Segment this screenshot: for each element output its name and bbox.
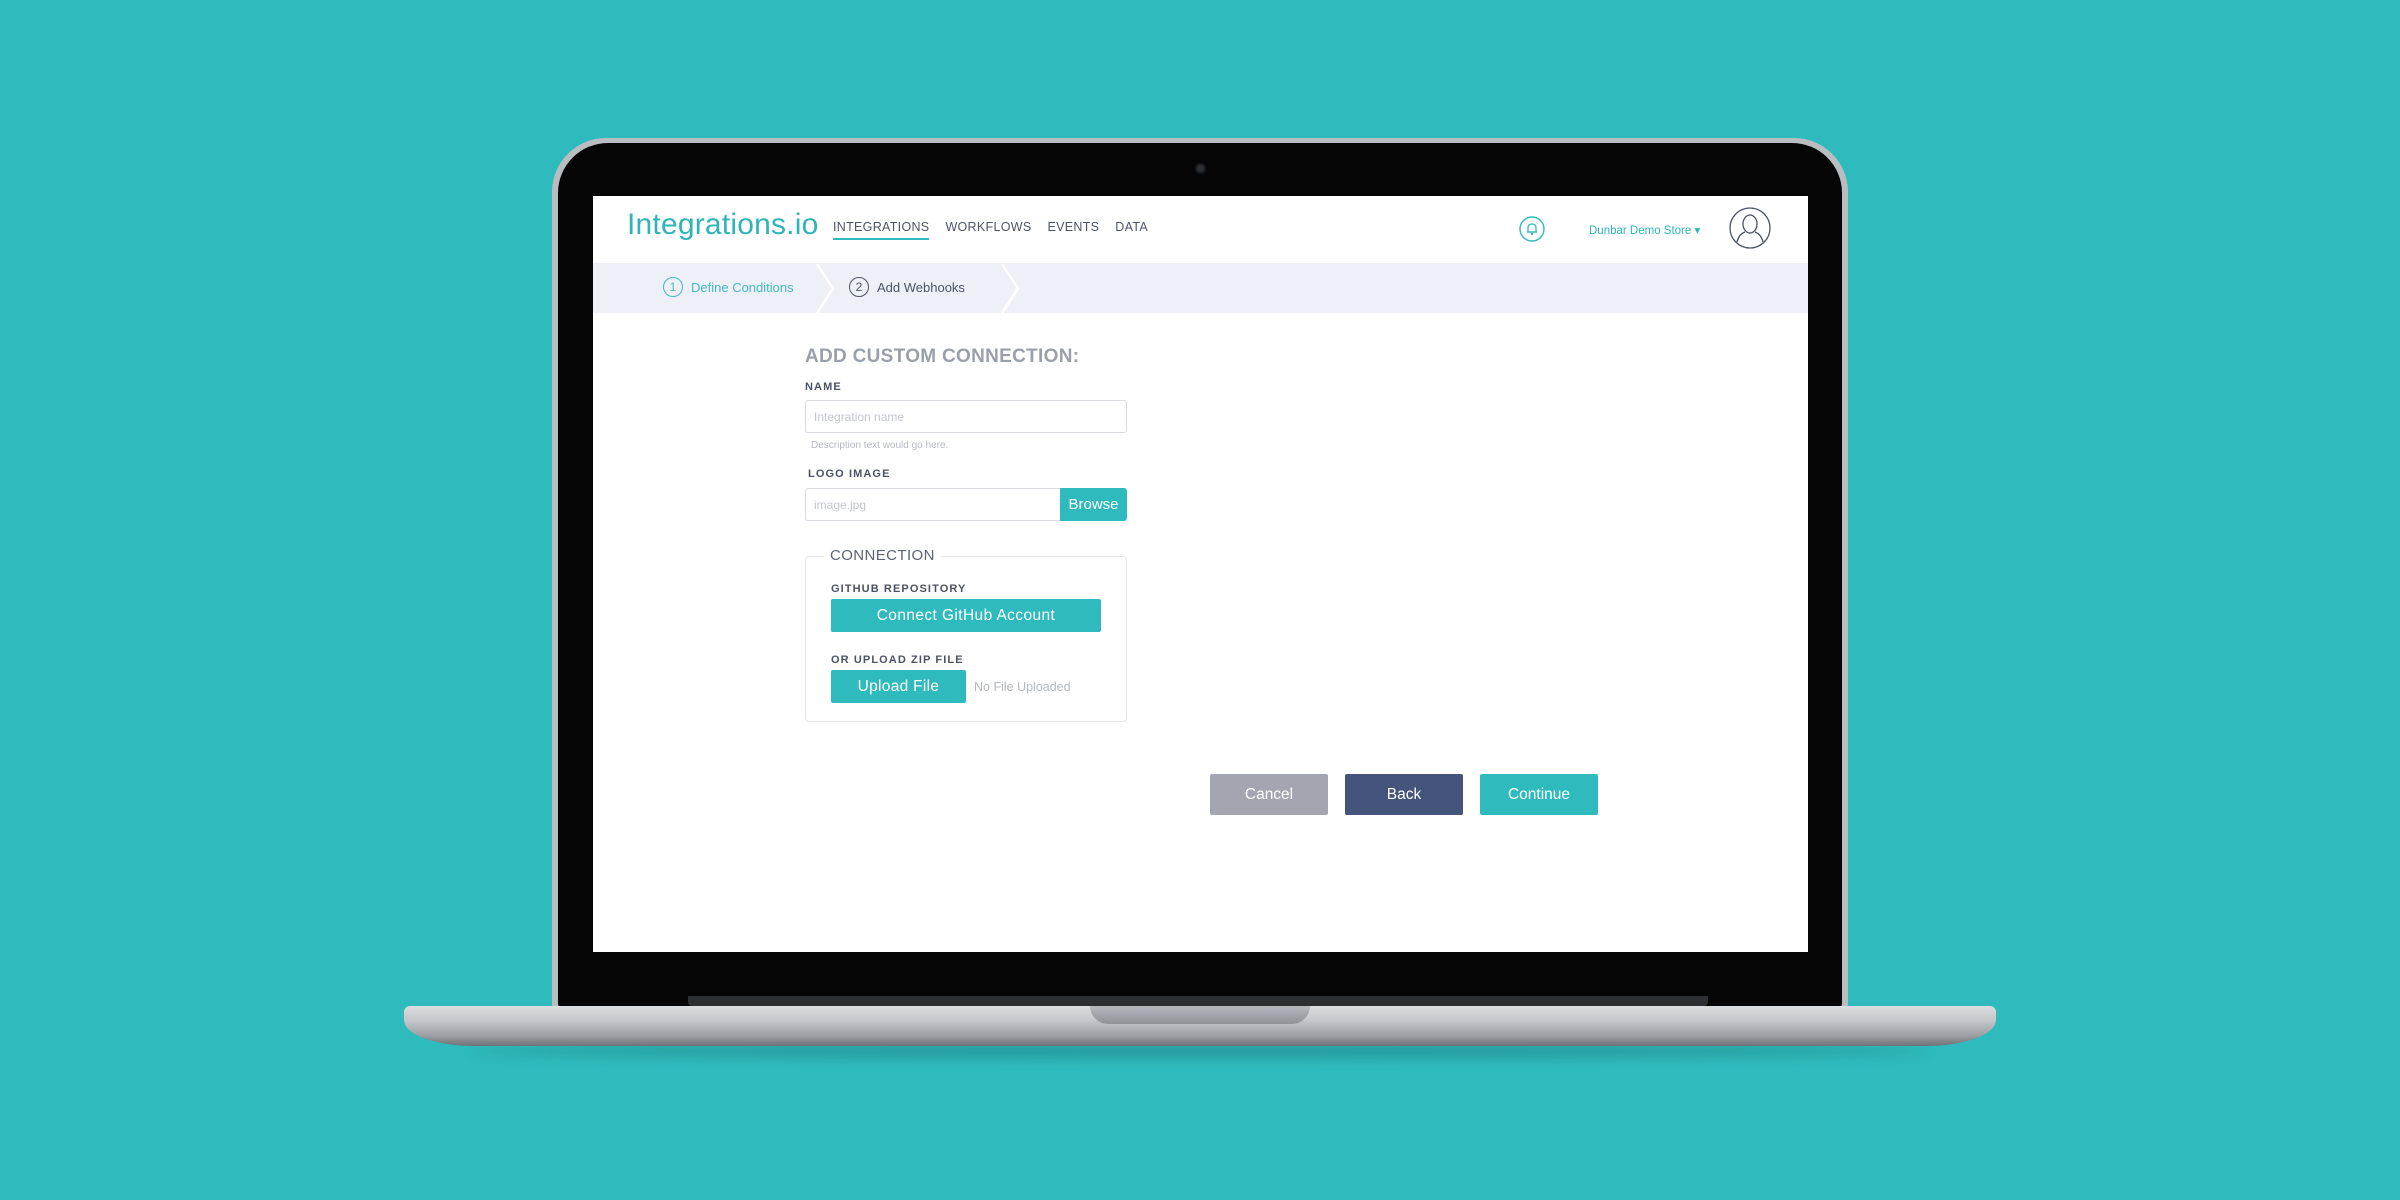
connection-fieldset: CONNECTION GITHUB REPOSITORY Connect Git… bbox=[805, 547, 1127, 722]
name-label: NAME bbox=[805, 381, 842, 393]
step-number: 2 bbox=[849, 277, 869, 297]
nav-link-workflows[interactable]: WORKFLOWS bbox=[945, 220, 1031, 240]
step-add-webhooks[interactable]: 2 Add Webhooks bbox=[849, 277, 965, 297]
chevron-right-icon bbox=[815, 264, 835, 313]
step-label: Add Webhooks bbox=[877, 279, 965, 295]
browse-button[interactable]: Browse bbox=[1060, 488, 1127, 521]
store-selector[interactable]: Dunbar Demo Store ▾ bbox=[1589, 223, 1700, 237]
upload-zip-label: OR UPLOAD ZIP FILE bbox=[831, 654, 964, 666]
form-title: ADD CUSTOM CONNECTION: bbox=[805, 346, 1080, 367]
nav-links: INTEGRATIONS WORKFLOWS EVENTS DATA bbox=[833, 220, 1148, 240]
step-progress-bar: 1 Define Conditions 2 Add Webhooks bbox=[593, 264, 1808, 313]
laptop-notch bbox=[1090, 1006, 1310, 1024]
name-helper-text: Description text would go here. bbox=[811, 440, 949, 451]
upload-status-text: No File Uploaded bbox=[974, 680, 1071, 694]
form-actions: Cancel Back Continue bbox=[1210, 774, 1598, 815]
laptop-hinge bbox=[688, 996, 1708, 1006]
nav-link-events[interactable]: EVENTS bbox=[1047, 220, 1099, 240]
app-screen: Integrations.io INTEGRATIONS WORKFLOWS E… bbox=[593, 196, 1808, 952]
custom-connection-form: ADD CUSTOM CONNECTION: NAME Description … bbox=[805, 346, 1127, 722]
integration-name-input[interactable] bbox=[805, 400, 1127, 433]
logo-image-label: LOGO IMAGE bbox=[808, 468, 891, 480]
step-label: Define Conditions bbox=[691, 279, 794, 295]
step-number: 1 bbox=[663, 277, 683, 297]
back-button[interactable]: Back bbox=[1345, 774, 1463, 815]
nav-link-integrations[interactable]: INTEGRATIONS bbox=[833, 220, 930, 240]
app-logo[interactable]: Integrations.io bbox=[627, 208, 818, 242]
logo-image-input[interactable] bbox=[805, 488, 1060, 521]
nav-link-data[interactable]: DATA bbox=[1115, 220, 1148, 240]
camera-icon bbox=[1195, 163, 1206, 174]
chevron-right-icon bbox=[1000, 264, 1020, 313]
continue-button[interactable]: Continue bbox=[1480, 774, 1598, 815]
connect-github-button[interactable]: Connect GitHub Account bbox=[831, 599, 1101, 632]
step-define-conditions[interactable]: 1 Define Conditions bbox=[663, 277, 794, 297]
top-navigation: Integrations.io INTEGRATIONS WORKFLOWS E… bbox=[593, 196, 1808, 264]
laptop-shadow bbox=[470, 1044, 1930, 1058]
github-repository-label: GITHUB REPOSITORY bbox=[831, 583, 967, 595]
user-avatar-icon[interactable] bbox=[1729, 207, 1771, 249]
upload-file-button[interactable]: Upload File bbox=[831, 670, 966, 703]
cancel-button[interactable]: Cancel bbox=[1210, 774, 1328, 815]
connection-legend: CONNECTION bbox=[824, 547, 941, 564]
bell-icon[interactable] bbox=[1519, 216, 1545, 242]
